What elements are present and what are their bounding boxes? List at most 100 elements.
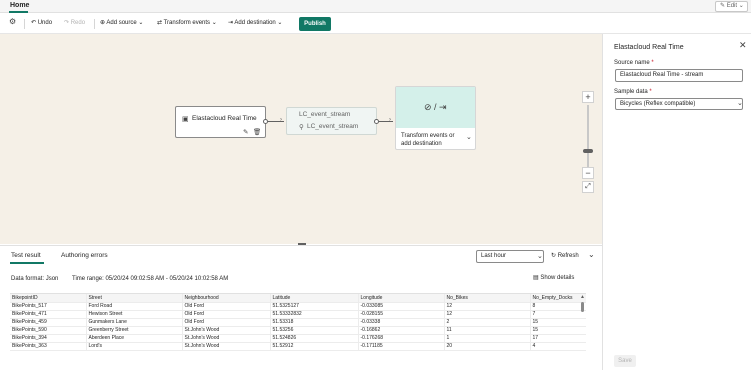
edit-icon[interactable]: ✎ — [243, 128, 248, 136]
table-cell: -0.033085 — [358, 302, 445, 311]
chevron-down-icon: ⌄ — [737, 100, 743, 107]
table-cell: BikePoints_590 — [10, 326, 87, 335]
tab-home[interactable]: Home — [10, 2, 29, 9]
table-row: BikePoints_363 Lord's St.John's Wood 51.529… — [10, 342, 586, 351]
zoom-out-button[interactable]: − — [582, 167, 594, 179]
table-cell: 17 — [530, 334, 586, 343]
source-node-title: Elastacloud Real Time — [192, 115, 257, 122]
stream-node[interactable]: LC_event_stream ⚲ LC_event_stream — [286, 107, 377, 135]
show-details-label: Show details — [540, 275, 575, 281]
save-button[interactable]: Save — [614, 355, 636, 367]
table-cell: 51.52912 — [270, 342, 359, 351]
bottom-pane: Test result Authoring errors Last hour ⌄… — [0, 245, 602, 370]
table-cell: 51.53318 — [270, 318, 359, 327]
destination-node-text: Transform events or add destination — [401, 133, 455, 147]
undo-button[interactable]: ↶ Undo — [31, 19, 52, 26]
arrow-right-icon: › — [389, 117, 391, 123]
chevron-down-icon: ⌄ — [275, 20, 283, 26]
redo-button[interactable]: ↷ Redo — [64, 19, 85, 26]
zoom-slider-track[interactable] — [587, 105, 589, 167]
scroll-up-icon[interactable]: ▲ — [580, 294, 585, 300]
table-cell: 51.53256 — [270, 326, 359, 335]
table-cell: BikePoints_471 — [10, 310, 87, 319]
grid-vertical-scrollbar[interactable]: ▲ — [580, 294, 585, 370]
table-cell: Old Ford — [182, 310, 271, 319]
table-cell: BikePoints_459 — [10, 318, 87, 327]
table-cell: 20 — [444, 342, 531, 351]
toolbar: ⚙ ↶ Undo ↷ Redo ⊕ Add source ⌄ ⇄ Transfo… — [0, 14, 751, 34]
tab-home-underline — [9, 11, 28, 13]
table-cell: Gunmakers Lane — [86, 318, 183, 327]
toolbar-divider — [24, 19, 25, 29]
show-details-button[interactable]: ▤ Show details — [533, 274, 574, 281]
panel-title: Elastacloud Real Time — [614, 44, 684, 51]
table-row: BikePoints_394 Aberdeen Place St.John's Wo… — [10, 334, 586, 343]
add-destination-button[interactable]: ⇥ Add destination ⌄ — [228, 19, 282, 26]
publish-button[interactable]: Publish — [299, 17, 331, 31]
table-cell: -0.176268 — [358, 334, 445, 343]
stream-node-title: LC_event_stream — [299, 111, 351, 118]
source-name-input[interactable]: Elastacloud Real Time - stream — [615, 69, 743, 82]
column-header[interactable]: Longitude — [358, 294, 445, 303]
source-node[interactable]: ▣ Elastacloud Real Time ✎ 🗑 — [175, 106, 266, 138]
delete-icon[interactable]: 🗑 — [253, 128, 261, 136]
sample-data-label: Sample data * — [614, 89, 652, 95]
refresh-label: Refresh — [557, 253, 579, 259]
stream-icon: ⚲ — [299, 124, 304, 131]
tab-authoring-errors[interactable]: Authoring errors — [61, 252, 108, 259]
transform-events-button[interactable]: ⇄ Transform events ⌄ — [157, 19, 217, 26]
add-destination-label: Add destination — [234, 20, 276, 26]
table-cell: -0.16862 — [358, 326, 445, 335]
tab-test-result-underline — [10, 262, 44, 264]
add-source-button[interactable]: ⊕ Add source ⌄ — [100, 19, 143, 26]
table-cell: Lord's — [86, 342, 183, 351]
column-header[interactable]: Latitude — [270, 294, 359, 303]
sample-data-select[interactable]: Bicycles (Reflex compatible) ⌄ — [615, 98, 743, 110]
zoom-in-button[interactable]: + — [582, 91, 594, 103]
column-header[interactable]: Neighbourhood — [182, 294, 271, 303]
table-cell: Hewison Street — [86, 310, 183, 319]
zoom-slider-thumb[interactable] — [583, 149, 593, 153]
edit-label: Edit — [726, 3, 738, 9]
eventstream-canvas[interactable]: ▣ Elastacloud Real Time ✎ 🗑 › LC_event_s… — [0, 34, 602, 244]
chevron-down-icon: ⌄ — [210, 20, 217, 26]
table-cell: BikePoints_363 — [10, 342, 87, 351]
table-cell: 15 — [530, 318, 586, 327]
toolbar-divider — [94, 19, 95, 29]
table-cell: 51.53332832 — [270, 310, 359, 319]
table-cell: 4 — [530, 342, 586, 351]
column-header[interactable]: No_Bikes — [444, 294, 531, 303]
settings-icon[interactable]: ⚙ — [9, 17, 16, 26]
scrollbar-thumb[interactable] — [581, 302, 584, 312]
fit-view-icon[interactable]: ⤢ — [582, 181, 594, 193]
refresh-icon: ↻ — [551, 253, 558, 259]
collapse-chevron-icon[interactable]: ⌄ — [588, 250, 595, 259]
column-header[interactable]: BikepointID — [10, 294, 87, 303]
data-format: Data format: Json — [11, 276, 59, 282]
add-source-label: Add source — [106, 20, 137, 26]
sample-data-value: Bicycles (Reflex compatible) — [620, 101, 696, 107]
chevron-down-icon[interactable]: ⌄ — [466, 133, 472, 141]
table-cell: 51.5325127 — [270, 302, 359, 311]
pencil-icon: ✎ — [720, 3, 727, 9]
table-cell: -0.03338 — [358, 318, 445, 327]
tab-test-result[interactable]: Test result — [11, 252, 41, 259]
table-row: BikePoints_517 Ford Road Old Ford 51.532512… — [10, 302, 586, 311]
table-cell: 12 — [444, 310, 531, 319]
transform-events-label: Transform events — [163, 20, 211, 26]
table-cell: St.John's Wood — [182, 334, 271, 343]
table-row: BikePoints_590 Greenberry Street St.John's… — [10, 326, 586, 335]
refresh-button[interactable]: ↻ Refresh — [551, 252, 579, 259]
column-header[interactable]: Street — [86, 294, 183, 303]
destination-node-header: ⊘ / ⇥ — [396, 87, 475, 128]
redo-label: Redo — [70, 20, 86, 26]
redo-icon: ↷ — [64, 20, 71, 26]
table-cell: 7 — [530, 310, 586, 319]
time-window-select[interactable]: Last hour ⌄ — [476, 250, 544, 263]
destination-placeholder-node[interactable]: ⊘ / ⇥ Transform events or add destinatio… — [395, 86, 476, 150]
column-header[interactable]: No_Empty_Docks — [530, 294, 586, 303]
table-cell: -0.028155 — [358, 310, 445, 319]
edit-mode-button[interactable]: ✎ Edit ⌄ — [715, 1, 748, 12]
close-icon[interactable]: ✕ — [739, 40, 747, 51]
table-cell: 11 — [444, 326, 531, 335]
